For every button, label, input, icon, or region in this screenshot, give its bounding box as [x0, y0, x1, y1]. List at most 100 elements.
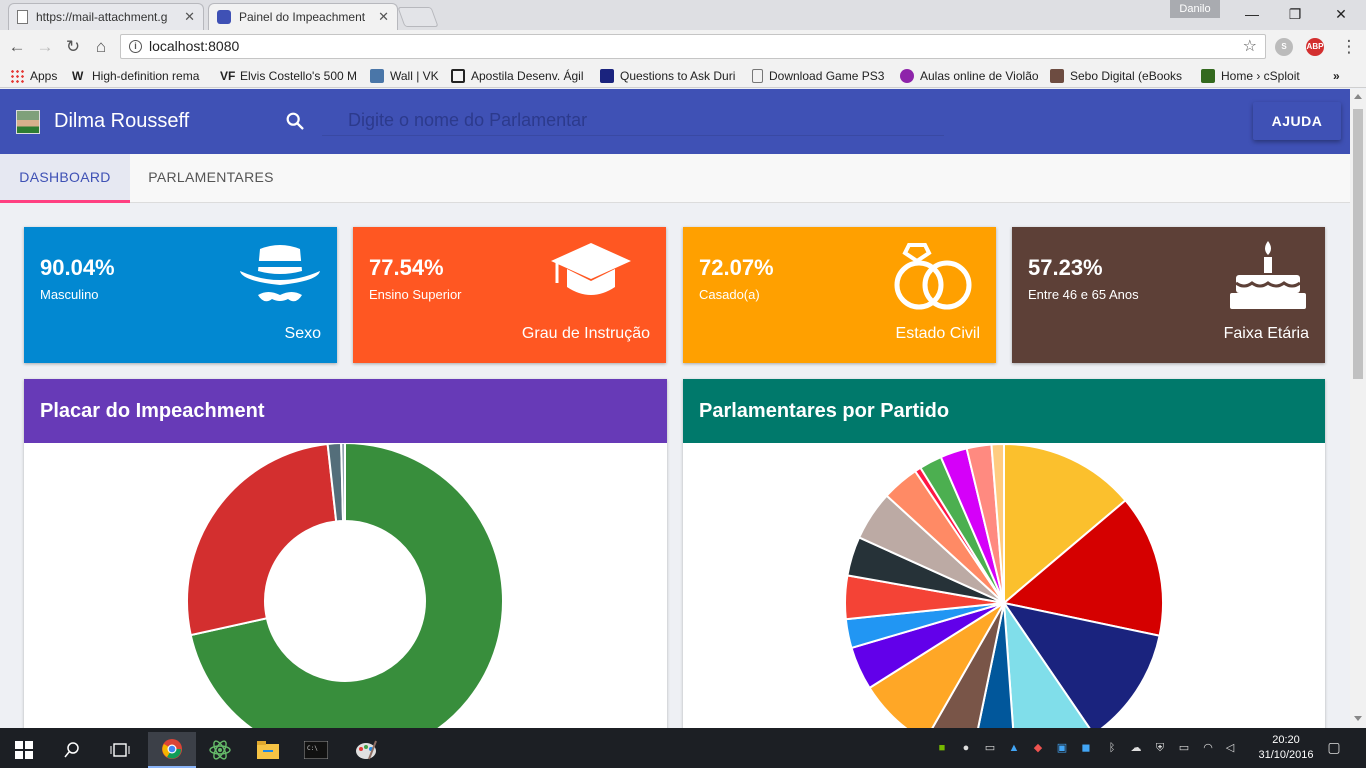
adblock-extension-icon[interactable]: ABP — [1306, 38, 1324, 56]
bookmark-item[interactable]: Download Game PS3 — [752, 67, 884, 84]
browser-tab-impeachment[interactable]: Painel do Impeachment ✕ — [208, 3, 398, 30]
bookmark-item[interactable]: Wall | VK — [370, 67, 440, 84]
network-app-tray-icon[interactable]: ▭ — [982, 740, 998, 756]
bookmark-item[interactable]: Aulas online de Violão — [900, 67, 1038, 84]
home-icon[interactable]: ⌂ — [90, 36, 112, 58]
parties-card: Parlamentares por Partido — [683, 379, 1325, 728]
tab-dashboard[interactable]: DASHBOARD — [0, 154, 130, 203]
tab-title: Painel do Impeachment — [239, 10, 366, 24]
search-input[interactable] — [322, 106, 944, 136]
terminal-icon[interactable]: C:\ — [292, 732, 340, 768]
scrollbar[interactable] — [1350, 89, 1366, 728]
bookmarks-bar: Apps W High-definition rema VF Elvis Cos… — [0, 63, 1366, 88]
bookmark-item[interactable]: W High-definition rema — [72, 67, 208, 84]
app-tray-icon[interactable]: ◼ — [1078, 740, 1094, 756]
windows-taskbar: C:\ ■ ● ▭ ▲ ◆ ▣ ◼ ᛒ ☁ ⛨ ▭ ◠ ◁ 20:20 31/1… — [0, 728, 1366, 768]
stat-percent: 77.54% — [369, 255, 444, 280]
stat-label: Masculino — [40, 287, 99, 302]
notifications-icon[interactable]: ▢ — [1326, 739, 1342, 755]
impeachment-card: Placar do Impeachment — [24, 379, 667, 728]
stat-label: Casado(a) — [699, 287, 760, 302]
vote-slice-1[interactable] — [186, 443, 338, 637]
clock-date: 31/10/2016 — [1258, 749, 1314, 761]
windows-start-icon[interactable] — [0, 732, 48, 768]
page-icon — [17, 10, 28, 24]
close-window-button[interactable]: ✕ — [1318, 2, 1364, 26]
bookmark-item[interactable]: Sebo Digital (eBooks — [1050, 67, 1188, 84]
stat-card-estado-civil: 72.07% Casado(a) Estado Civil — [683, 227, 996, 363]
tab-close-icon[interactable]: ✕ — [378, 9, 389, 25]
app-tray-icon[interactable]: ▲ — [1006, 740, 1022, 756]
music-icon — [900, 68, 914, 83]
back-arrow-icon[interactable]: ← — [6, 36, 28, 58]
scrollbar-thumb[interactable] — [1353, 109, 1363, 379]
battery-icon[interactable]: ▭ — [1176, 740, 1192, 756]
stat-caption: Faixa Etária — [1223, 325, 1309, 342]
volume-icon[interactable]: ◁ — [1222, 740, 1238, 756]
steam-tray-icon[interactable]: ● — [958, 740, 974, 756]
skype-extension-icon[interactable]: S — [1275, 38, 1293, 56]
profile-button[interactable]: Danilo — [1170, 0, 1220, 18]
chrome-taskbar-icon[interactable] — [148, 732, 196, 768]
stat-percent: 72.07% — [699, 255, 774, 280]
shield-icon[interactable]: ⛨ — [1152, 740, 1168, 756]
parties-pie-chart — [844, 443, 1164, 728]
tab-close-icon[interactable]: ✕ — [184, 9, 195, 25]
bookmark-item[interactable]: Questions to Ask Duri — [600, 67, 738, 84]
app-tray-icon[interactable]: ◆ — [1030, 740, 1046, 756]
browser-tab-strip: https://mail-attachment.g ✕ Painel do Im… — [0, 0, 1366, 30]
bookmark-apps[interactable]: Apps — [10, 67, 65, 84]
apps-grid-icon — [10, 68, 24, 83]
tab-parlamentares[interactable]: PARLAMENTARES — [130, 154, 292, 203]
bluetooth-icon[interactable]: ᛒ — [1104, 740, 1120, 756]
atom-editor-icon[interactable] — [196, 732, 244, 768]
stat-label: Entre 46 e 65 Anos — [1028, 287, 1139, 302]
scroll-up-icon[interactable] — [1354, 94, 1362, 99]
csploit-icon — [1201, 68, 1215, 83]
bookmark-item[interactable]: Home › cSploit — [1201, 67, 1305, 84]
minimize-button[interactable]: — — [1229, 2, 1275, 26]
stat-card-faixa-etaria: 57.23% Entre 46 e 65 Anos Faixa Etária — [1012, 227, 1325, 363]
browser-tab-mail[interactable]: https://mail-attachment.g ✕ — [8, 3, 204, 30]
paint-icon[interactable] — [342, 732, 390, 768]
stat-percent: 90.04% — [40, 255, 115, 280]
bookmark-star-icon[interactable]: ☆ — [1243, 35, 1257, 58]
app-tray-icon[interactable]: ▣ — [1054, 740, 1070, 756]
card-title: Parlamentares por Partido — [683, 379, 1325, 443]
scroll-down-icon[interactable] — [1354, 716, 1362, 721]
reload-icon[interactable]: ↻ — [62, 36, 84, 58]
bookmarks-overflow-icon[interactable]: » — [1333, 67, 1349, 84]
app-viewport: Dilma Rousseff AJUDA DASHBOARD PARLAMENT… — [0, 89, 1350, 728]
bookmark-item[interactable]: VF Elvis Costello's 500 M — [220, 67, 356, 84]
nvidia-tray-icon[interactable]: ■ — [934, 740, 950, 756]
task-view-icon[interactable] — [96, 732, 144, 768]
help-button[interactable]: AJUDA — [1253, 102, 1341, 140]
cloud-icon[interactable]: ☁ — [1128, 740, 1144, 756]
card-title: Placar do Impeachment — [24, 379, 667, 443]
info-icon[interactable]: i — [129, 40, 142, 53]
forward-arrow-icon[interactable]: → — [34, 36, 56, 58]
app-logo-icon — [217, 10, 231, 24]
system-clock[interactable]: 20:20 31/10/2016 — [1258, 733, 1314, 763]
stat-card-instrucao: 77.54% Ensino Superior Grau de Instrução — [353, 227, 666, 363]
menu-icon[interactable]: ⋮ — [1338, 36, 1360, 58]
impeachment-donut-chart — [186, 443, 504, 728]
url-text: localhost:8080 — [149, 38, 240, 54]
search-icon[interactable] — [48, 732, 96, 768]
page-icon — [752, 68, 763, 83]
hat-mustache-icon — [240, 245, 320, 302]
bookmark-item[interactable]: Apostila Desenv. Ágil — [451, 67, 585, 84]
wifi-icon[interactable]: ◠ — [1200, 740, 1216, 756]
search-icon[interactable] — [284, 110, 306, 132]
clock-time: 20:20 — [1272, 734, 1300, 746]
file-explorer-icon[interactable] — [244, 732, 292, 768]
new-tab-button[interactable] — [397, 7, 439, 27]
vf-logo-icon: VF — [220, 68, 236, 83]
book-thumbnail-icon — [1050, 68, 1064, 83]
url-bar[interactable]: i localhost:8080 ☆ — [120, 34, 1266, 59]
maximize-button[interactable]: ❐ — [1272, 2, 1318, 26]
birthday-cake-icon — [1230, 241, 1306, 309]
avatar — [16, 110, 40, 134]
address-toolbar: ← → ↻ ⌂ i localhost:8080 ☆ S ABP ⋮ — [0, 30, 1366, 63]
vk-icon — [370, 68, 384, 83]
